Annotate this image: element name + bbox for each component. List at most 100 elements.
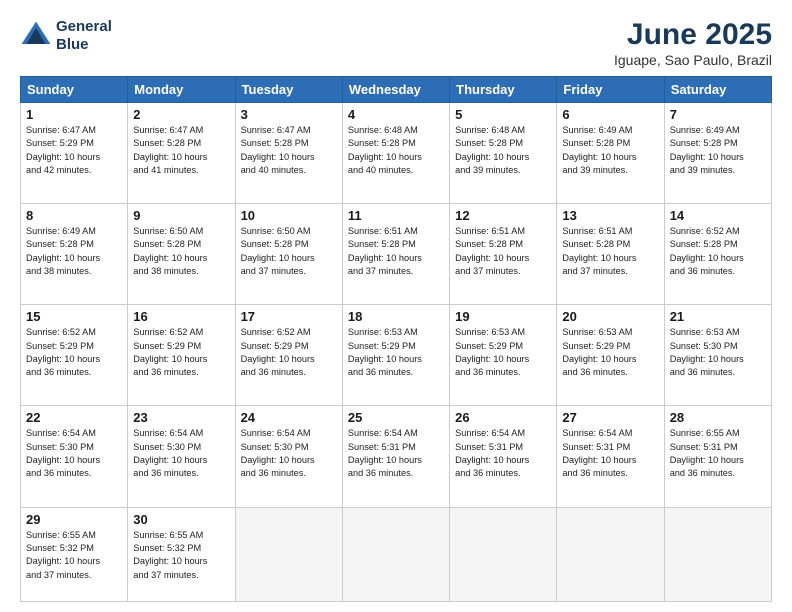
- day-info: Sunrise: 6:52 AM Sunset: 5:28 PM Dayligh…: [670, 225, 766, 278]
- day-info: Sunrise: 6:51 AM Sunset: 5:28 PM Dayligh…: [562, 225, 658, 278]
- calendar-cell: 16 Sunrise: 6:52 AM Sunset: 5:29 PM Dayli…: [128, 305, 235, 406]
- calendar-cell: 19Sunrise: 6:53 AM Sunset: 5:29 PM Dayli…: [450, 305, 557, 406]
- calendar-cell: 25 Sunrise: 6:54 AM Sunset: 5:31 PM Dayli…: [342, 406, 449, 507]
- calendar-cell: 18 Sunrise: 6:53 AM Sunset: 5:29 PM Dayli…: [342, 305, 449, 406]
- day-number: 13: [562, 208, 658, 223]
- day-info: Sunrise: 6:53 AM Sunset: 5:30 PM Dayligh…: [670, 326, 766, 379]
- day-number: 6: [562, 107, 658, 122]
- day-number: 18: [348, 309, 444, 324]
- day-number: 1: [26, 107, 122, 122]
- calendar-week-row: 8Sunrise: 6:49 AM Sunset: 5:28 PM Daylig…: [21, 204, 772, 305]
- calendar-cell: [235, 507, 342, 602]
- day-info: Sunrise: 6:51 AM Sunset: 5:28 PM Dayligh…: [348, 225, 444, 278]
- day-number: 12: [455, 208, 551, 223]
- day-number: 11: [348, 208, 444, 223]
- day-info: Sunrise: 6:47 AM Sunset: 5:28 PM Dayligh…: [133, 124, 229, 177]
- day-number: 9: [133, 208, 229, 223]
- calendar-cell: 6 Sunrise: 6:49 AM Sunset: 5:28 PM Daylig…: [557, 103, 664, 204]
- logo-text: General Blue: [56, 18, 112, 54]
- weekday-header-wednesday: Wednesday: [342, 77, 449, 103]
- calendar-week-row: 15 Sunrise: 6:52 AM Sunset: 5:29 PM Dayli…: [21, 305, 772, 406]
- day-info: Sunrise: 6:52 AM Sunset: 5:29 PM Dayligh…: [133, 326, 229, 379]
- calendar-cell: 28 Sunrise: 6:55 AM Sunset: 5:31 PM Dayli…: [664, 406, 771, 507]
- calendar-cell: 7 Sunrise: 6:49 AM Sunset: 5:28 PM Daylig…: [664, 103, 771, 204]
- day-info: Sunrise: 6:48 AM Sunset: 5:28 PM Dayligh…: [455, 124, 551, 177]
- day-number: 5: [455, 107, 551, 122]
- day-info: Sunrise: 6:49 AM Sunset: 5:28 PM Dayligh…: [562, 124, 658, 177]
- calendar-cell: 23 Sunrise: 6:54 AM Sunset: 5:30 PM Dayli…: [128, 406, 235, 507]
- day-info: Sunrise: 6:54 AM Sunset: 5:31 PM Dayligh…: [455, 427, 551, 480]
- calendar-cell: 17 Sunrise: 6:52 AM Sunset: 5:29 PM Dayli…: [235, 305, 342, 406]
- calendar-cell: 24 Sunrise: 6:54 AM Sunset: 5:30 PM Dayli…: [235, 406, 342, 507]
- calendar-cell: 5 Sunrise: 6:48 AM Sunset: 5:28 PM Daylig…: [450, 103, 557, 204]
- day-info: Sunrise: 6:53 AM Sunset: 5:29 PM Dayligh…: [348, 326, 444, 379]
- day-info: Sunrise: 6:54 AM Sunset: 5:30 PM Dayligh…: [241, 427, 337, 480]
- day-number: 28: [670, 410, 766, 425]
- logo: General Blue: [20, 18, 112, 54]
- title-area: June 2025 Iguape, Sao Paulo, Brazil: [614, 18, 772, 68]
- weekday-header-thursday: Thursday: [450, 77, 557, 103]
- calendar-cell: 14Sunrise: 6:52 AM Sunset: 5:28 PM Dayli…: [664, 204, 771, 305]
- day-number: 15: [26, 309, 122, 324]
- weekday-header-saturday: Saturday: [664, 77, 771, 103]
- day-number: 4: [348, 107, 444, 122]
- day-number: 7: [670, 107, 766, 122]
- day-info: Sunrise: 6:49 AM Sunset: 5:28 PM Dayligh…: [670, 124, 766, 177]
- location: Iguape, Sao Paulo, Brazil: [614, 52, 772, 68]
- calendar-cell: [664, 507, 771, 602]
- day-number: 26: [455, 410, 551, 425]
- calendar-cell: 9Sunrise: 6:50 AM Sunset: 5:28 PM Daylig…: [128, 204, 235, 305]
- day-info: Sunrise: 6:50 AM Sunset: 5:28 PM Dayligh…: [241, 225, 337, 278]
- day-number: 21: [670, 309, 766, 324]
- calendar-cell: 26 Sunrise: 6:54 AM Sunset: 5:31 PM Dayli…: [450, 406, 557, 507]
- calendar-cell: 4 Sunrise: 6:48 AM Sunset: 5:28 PM Daylig…: [342, 103, 449, 204]
- day-number: 25: [348, 410, 444, 425]
- calendar-cell: 30Sunrise: 6:55 AM Sunset: 5:32 PM Dayli…: [128, 507, 235, 602]
- day-info: Sunrise: 6:55 AM Sunset: 5:32 PM Dayligh…: [26, 529, 122, 582]
- day-info: Sunrise: 6:55 AM Sunset: 5:31 PM Dayligh…: [670, 427, 766, 480]
- calendar-cell: 29Sunrise: 6:55 AM Sunset: 5:32 PM Dayli…: [21, 507, 128, 602]
- day-info: Sunrise: 6:54 AM Sunset: 5:30 PM Dayligh…: [133, 427, 229, 480]
- day-info: Sunrise: 6:49 AM Sunset: 5:28 PM Dayligh…: [26, 225, 122, 278]
- calendar-cell: 1 Sunrise: 6:47 AM Sunset: 5:29 PM Daylig…: [21, 103, 128, 204]
- calendar-cell: 3 Sunrise: 6:47 AM Sunset: 5:28 PM Daylig…: [235, 103, 342, 204]
- calendar-cell: 13 Sunrise: 6:51 AM Sunset: 5:28 PM Dayli…: [557, 204, 664, 305]
- day-number: 30: [133, 512, 229, 527]
- day-number: 16: [133, 309, 229, 324]
- day-number: 27: [562, 410, 658, 425]
- day-number: 22: [26, 410, 122, 425]
- logo-icon: [20, 20, 52, 52]
- day-number: 20: [562, 309, 658, 324]
- day-number: 24: [241, 410, 337, 425]
- day-info: Sunrise: 6:53 AM Sunset: 5:29 PM Dayligh…: [562, 326, 658, 379]
- calendar-cell: 10Sunrise: 6:50 AM Sunset: 5:28 PM Dayli…: [235, 204, 342, 305]
- calendar-cell: 2 Sunrise: 6:47 AM Sunset: 5:28 PM Daylig…: [128, 103, 235, 204]
- calendar-week-row: 22 Sunrise: 6:54 AM Sunset: 5:30 PM Dayli…: [21, 406, 772, 507]
- calendar-cell: 12Sunrise: 6:51 AM Sunset: 5:28 PM Dayli…: [450, 204, 557, 305]
- day-info: Sunrise: 6:48 AM Sunset: 5:28 PM Dayligh…: [348, 124, 444, 177]
- logo-line2: Blue: [56, 36, 112, 54]
- calendar-table: SundayMondayTuesdayWednesdayThursdayFrid…: [20, 76, 772, 602]
- calendar-cell: 11 Sunrise: 6:51 AM Sunset: 5:28 PM Dayli…: [342, 204, 449, 305]
- day-info: Sunrise: 6:47 AM Sunset: 5:29 PM Dayligh…: [26, 124, 122, 177]
- calendar-cell: 20 Sunrise: 6:53 AM Sunset: 5:29 PM Dayli…: [557, 305, 664, 406]
- month-title: June 2025: [614, 18, 772, 52]
- page: General Blue June 2025 Iguape, Sao Paulo…: [0, 0, 792, 612]
- day-info: Sunrise: 6:52 AM Sunset: 5:29 PM Dayligh…: [241, 326, 337, 379]
- weekday-header-tuesday: Tuesday: [235, 77, 342, 103]
- day-number: 23: [133, 410, 229, 425]
- day-info: Sunrise: 6:54 AM Sunset: 5:31 PM Dayligh…: [348, 427, 444, 480]
- calendar-cell: 21 Sunrise: 6:53 AM Sunset: 5:30 PM Dayli…: [664, 305, 771, 406]
- weekday-header-friday: Friday: [557, 77, 664, 103]
- calendar-week-row: 1 Sunrise: 6:47 AM Sunset: 5:29 PM Daylig…: [21, 103, 772, 204]
- logo-line1: General: [56, 18, 112, 36]
- calendar-cell: 8Sunrise: 6:49 AM Sunset: 5:28 PM Daylig…: [21, 204, 128, 305]
- day-info: Sunrise: 6:52 AM Sunset: 5:29 PM Dayligh…: [26, 326, 122, 379]
- day-number: 19: [455, 309, 551, 324]
- day-number: 2: [133, 107, 229, 122]
- day-number: 3: [241, 107, 337, 122]
- day-number: 17: [241, 309, 337, 324]
- calendar-cell: 15 Sunrise: 6:52 AM Sunset: 5:29 PM Dayli…: [21, 305, 128, 406]
- calendar-cell: [557, 507, 664, 602]
- day-info: Sunrise: 6:47 AM Sunset: 5:28 PM Dayligh…: [241, 124, 337, 177]
